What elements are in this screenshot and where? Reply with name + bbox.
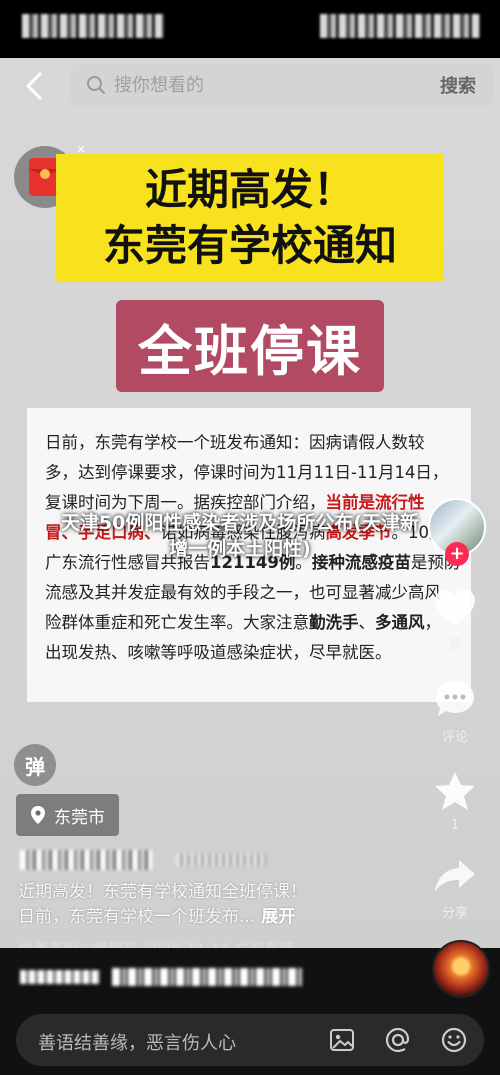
title-line-1: 近期高发！ bbox=[144, 165, 355, 214]
search-button[interactable]: 搜索 bbox=[440, 72, 476, 98]
notice-text-segment: 日前，东莞有学校一个班发布通知：因病请假人数较 bbox=[45, 433, 425, 452]
caption-line-2: 日前，东莞有学校一个班发布... bbox=[18, 907, 256, 927]
at-icon[interactable] bbox=[384, 1026, 412, 1054]
share-label: 分享 bbox=[441, 906, 468, 921]
author-name-blurred[interactable] bbox=[20, 850, 152, 870]
video-caption[interactable]: 近期高发！东莞有学校通知全班停课！ 日前，东莞有学校一个班发布... 展开 bbox=[18, 880, 418, 930]
back-icon bbox=[26, 72, 42, 100]
notice-text-segment: 险群体重症和死亡发生率。大家注意 bbox=[45, 613, 309, 632]
comment-label: 评论 bbox=[441, 730, 468, 745]
music-note-icon bbox=[20, 970, 100, 984]
notice-text-segment: 、 bbox=[358, 613, 376, 632]
favorite-count: 1 bbox=[450, 818, 460, 833]
title-line-2: 东莞有学校通知 bbox=[102, 221, 397, 270]
caption-line-1: 近期高发！东莞有学校通知全班停课！ bbox=[18, 882, 307, 902]
emoji-icon[interactable] bbox=[440, 1026, 468, 1054]
status-bar bbox=[0, 0, 500, 58]
notice-line: 出现发热、咳嗽等呼吸道感染症状，尽早就医。 bbox=[45, 638, 453, 668]
search-input[interactable] bbox=[114, 74, 414, 96]
notice-text-segment: 出现发热、咳嗽等呼吸道感染症状，尽早就医。 bbox=[45, 643, 392, 662]
status-bar-left-blur bbox=[22, 14, 164, 38]
like-button[interactable]: 赞 bbox=[410, 588, 500, 653]
video-title-card: 近期高发！ 东莞有学校通知 bbox=[56, 154, 444, 282]
location-text: 东莞市 bbox=[54, 807, 105, 828]
heart-icon bbox=[435, 590, 475, 626]
banner-text: 全班停课 bbox=[138, 319, 362, 383]
notice-line: 多，达到停课要求，停课时间为11月11日-11月14日， bbox=[45, 458, 453, 488]
overlay-headline: 天津50例阳性感染者涉及场所公布(天津新增一例本土阳性) bbox=[60, 512, 420, 560]
class-suspension-banner: 全班停课 bbox=[116, 300, 384, 392]
search-icon bbox=[84, 73, 108, 97]
notice-text-segment: 勤洗手 bbox=[309, 613, 359, 632]
comment-button[interactable]: 评论 bbox=[410, 678, 500, 745]
top-nav: 搜索 bbox=[0, 58, 500, 114]
post-date-blurred bbox=[176, 854, 266, 866]
search-box[interactable]: 搜索 bbox=[70, 64, 494, 106]
notice-line: 险群体重症和死亡发生率。大家注意勤洗手、多通风， bbox=[45, 608, 453, 638]
image-icon[interactable] bbox=[328, 1026, 356, 1054]
follow-button[interactable]: + bbox=[445, 542, 469, 566]
location-icon bbox=[31, 806, 45, 824]
author-disclaimer: 作者声明：租稿平 2025-11-14 广东东莞 bbox=[18, 938, 295, 948]
comment-bar: 善语结善缘，恶言伤人心 bbox=[0, 1004, 500, 1075]
comment-input[interactable]: 善语结善缘，恶言伤人心 bbox=[16, 1014, 484, 1066]
back-button[interactable] bbox=[18, 70, 50, 102]
notice-line: 流感及其并发症最有效的手段之一，也可显著减少高风 bbox=[45, 578, 453, 608]
comment-icon bbox=[436, 681, 474, 716]
video-player[interactable]: 搜索 × 近期高发！ 东莞有学校通知 全班停课 日前，东莞有学校一个班发布通知：… bbox=[0, 58, 500, 948]
location-tag[interactable]: 东莞市 bbox=[16, 794, 119, 836]
music-row[interactable] bbox=[0, 940, 500, 1004]
danmu-toggle-button[interactable]: 弹 bbox=[14, 744, 56, 786]
share-button[interactable]: 分享 bbox=[410, 856, 500, 921]
expand-button[interactable]: 展开 bbox=[261, 907, 295, 927]
favorite-button[interactable]: 1 bbox=[410, 770, 500, 833]
like-label: 赞 bbox=[448, 638, 462, 653]
music-disc-icon[interactable] bbox=[432, 940, 490, 998]
notice-line: 日前，东莞有学校一个班发布通知：因病请假人数较 bbox=[45, 428, 453, 458]
music-title-blurred bbox=[112, 968, 302, 986]
share-icon bbox=[435, 860, 475, 892]
comment-placeholder: 善语结善缘，恶言伤人心 bbox=[38, 1033, 236, 1054]
star-icon bbox=[435, 772, 475, 810]
status-bar-right-blur bbox=[320, 14, 480, 38]
notice-text-segment: 多，达到停课要求，停课时间为11月11日-11月14日， bbox=[45, 463, 449, 482]
notice-text-segment: 流感及其并发症最有效的手段之一，也可显著减少高风 bbox=[45, 583, 441, 602]
